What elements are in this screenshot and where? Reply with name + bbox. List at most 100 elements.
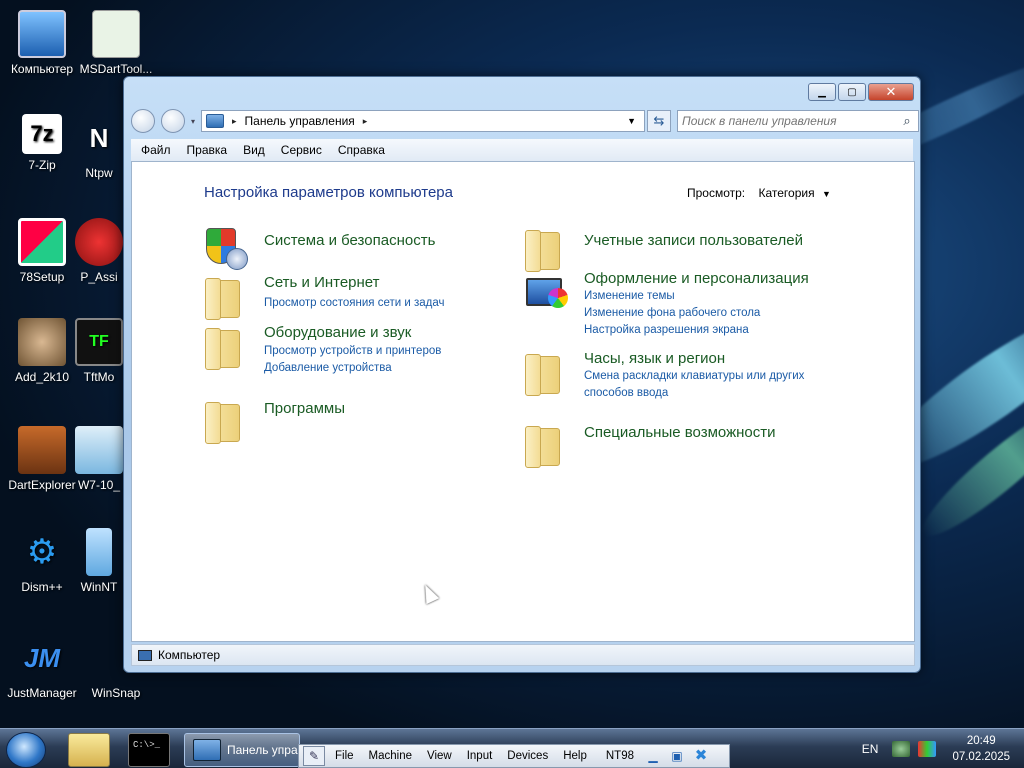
taskbar-explorer-button[interactable] xyxy=(68,733,110,767)
category-link[interactable]: Учетные записи пользователей xyxy=(584,226,803,249)
dog-photo-icon xyxy=(18,318,66,366)
status-bar: Компьютер xyxy=(131,644,915,666)
cmd-prompt-text: C:\>_ xyxy=(133,740,161,750)
view-label: Просмотр: xyxy=(687,186,746,200)
close-button[interactable]: ✕ xyxy=(868,83,914,101)
monitor-palette-icon[interactable] xyxy=(524,270,570,316)
vm-menu-file[interactable]: File xyxy=(335,750,354,762)
task-link[interactable]: Настройка разрешения экрана xyxy=(584,322,809,339)
display-icon[interactable] xyxy=(918,741,937,757)
view-dropdown[interactable]: Категория xyxy=(758,186,814,200)
menu-file[interactable]: Файл xyxy=(141,143,171,157)
menu-tools[interactable]: Сервис xyxy=(281,143,322,157)
back-button[interactable] xyxy=(131,109,155,133)
gears-icon: ⚙ xyxy=(26,533,58,571)
menu-bar: Файл Правка Вид Сервис Справка xyxy=(131,139,913,161)
refresh-button[interactable]: ⇆ xyxy=(647,110,671,132)
vm-minimize-icon[interactable]: ▁ xyxy=(644,749,662,763)
recent-pages-dropdown[interactable]: ▾ xyxy=(191,117,199,126)
task-link[interactable]: Изменение темы xyxy=(584,288,809,305)
desktop-icon-78setup[interactable]: 78Setup xyxy=(0,218,84,284)
folder-icon[interactable] xyxy=(524,350,570,396)
vm-menu-devices[interactable]: Devices xyxy=(507,750,548,762)
category-link[interactable]: Часы, язык и регион xyxy=(584,350,824,367)
breadcrumb-arrow[interactable]: ▸ xyxy=(232,116,237,127)
category-link[interactable]: Специальные возможности xyxy=(584,422,776,441)
taskbar-control-panel-button[interactable]: Панель упра xyxy=(184,733,300,767)
navigation-bar: ▾ ▸ Панель управления ▸ ▼ ⇆ ⌕ xyxy=(131,109,919,133)
folder-icon[interactable] xyxy=(204,274,250,320)
maximize-button[interactable]: ▢ xyxy=(838,83,866,101)
category-programs: Программы xyxy=(204,398,345,444)
task-link[interactable]: Изменение фона рабочего стола xyxy=(584,305,809,322)
computer-icon xyxy=(18,10,66,58)
task-link[interactable]: Просмотр устройств и принтеров xyxy=(264,343,441,360)
language-indicator[interactable]: EN xyxy=(862,742,879,756)
folder-icon[interactable] xyxy=(524,226,570,272)
address-bar[interactable]: ▸ Панель управления ▸ ▼ xyxy=(201,110,645,132)
category-link[interactable]: Оборудование и звук xyxy=(264,324,441,341)
category-link[interactable]: Оформление и персонализация xyxy=(584,270,809,287)
task-link[interactable]: Добавление устройства xyxy=(264,360,441,377)
pin-icon[interactable]: ✎ xyxy=(303,746,325,766)
taskbar-task-label: Панель упра xyxy=(227,743,298,757)
desktop-icon-passist[interactable]: P_Assi xyxy=(74,218,124,284)
caption-buttons: ▁ ▢ ✕ xyxy=(808,83,914,101)
shield-icon[interactable] xyxy=(204,226,250,272)
menu-view[interactable]: Вид xyxy=(243,143,265,157)
chevron-down-icon[interactable]: ▼ xyxy=(822,189,831,199)
desktop-icon-w7[interactable]: W7-10_ xyxy=(74,426,124,492)
clock[interactable]: 20:49 07.02.2025 xyxy=(952,733,1010,765)
vm-menu-bar: ✎ File Machine View Input Devices Help N… xyxy=(298,744,730,768)
desktop-icon-tftmo[interactable]: TF TftMo xyxy=(74,318,124,384)
vm-menu-machine[interactable]: Machine xyxy=(369,750,412,762)
folder-icon[interactable] xyxy=(524,422,570,468)
desktop-icon-msdart[interactable]: MSDartTool... xyxy=(74,10,158,76)
menu-help[interactable]: Справка xyxy=(338,143,385,157)
task-link[interactable]: Просмотр состояния сети и задач xyxy=(264,295,444,312)
minimize-button[interactable]: ▁ xyxy=(808,83,836,101)
search-icon[interactable]: ⌕ xyxy=(900,114,914,128)
desktop-icon-dism[interactable]: ⚙ Dism++ xyxy=(0,528,84,594)
status-text: Компьютер xyxy=(158,648,221,662)
category-clock-region: Часы, язык и регион Смена раскладки клав… xyxy=(524,350,824,402)
folder-icon[interactable] xyxy=(204,398,250,444)
desktop-icon-add2k10[interactable]: Add_2k10 xyxy=(0,318,84,384)
taskbar-cmd-button[interactable]: C:\>_ xyxy=(128,733,170,767)
task-link[interactable]: Смена раскладки клавиатуры или других сп… xyxy=(584,368,824,402)
vm-menu-view[interactable]: View xyxy=(427,750,452,762)
menu-edit[interactable]: Правка xyxy=(187,143,228,157)
category-appearance: Оформление и персонализация Изменение те… xyxy=(524,270,809,339)
vm-close-icon[interactable]: ✖ xyxy=(692,748,710,763)
category-link[interactable]: Система и безопасность xyxy=(264,226,435,249)
forward-button[interactable] xyxy=(161,109,185,133)
category-network: Сеть и Интернет Просмотр состояния сети … xyxy=(204,274,444,320)
vm-restore-icon[interactable]: ▣ xyxy=(668,749,686,763)
justmanager-icon: JM xyxy=(23,642,61,673)
clock-date: 07.02.2025 xyxy=(952,751,1010,763)
vm-menu-help[interactable]: Help xyxy=(563,750,587,762)
vm-name: NT98 xyxy=(605,750,634,762)
breadcrumb-control-panel[interactable]: Панель управления xyxy=(245,114,355,128)
control-panel-content: Настройка параметров компьютера Просмотр… xyxy=(131,161,915,642)
address-dropdown-icon[interactable]: ▼ xyxy=(627,116,644,126)
desktop-icon-computer[interactable]: Компьютер xyxy=(0,10,84,76)
system-tray: EN 20:49 07.02.2025 xyxy=(862,729,1024,768)
network-icon[interactable] xyxy=(892,741,911,757)
category-link[interactable]: Сеть и Интернет xyxy=(264,274,444,291)
setup-icon xyxy=(18,218,66,266)
vm-menu-input[interactable]: Input xyxy=(467,750,493,762)
folder-icon[interactable] xyxy=(204,324,250,370)
category-link[interactable]: Программы xyxy=(264,398,345,417)
desktop-icon-dartexplorer[interactable]: DartExplorer xyxy=(0,426,84,492)
desktop-icon-7zip[interactable]: 7z 7-Zip xyxy=(0,114,84,172)
dart-explorer-icon xyxy=(18,426,66,474)
tft-icon: TF xyxy=(75,318,123,366)
desktop-icon-winnt[interactable]: WinNT xyxy=(74,528,124,594)
passist-icon xyxy=(75,218,123,266)
desktop-icon-ntpw[interactable]: N Ntpw xyxy=(74,114,124,181)
desktop-icon-justmanager[interactable]: JM JustManager xyxy=(0,634,84,701)
start-button[interactable] xyxy=(6,732,46,768)
search-input[interactable] xyxy=(682,114,900,128)
breadcrumb-arrow[interactable]: ▸ xyxy=(363,116,368,127)
